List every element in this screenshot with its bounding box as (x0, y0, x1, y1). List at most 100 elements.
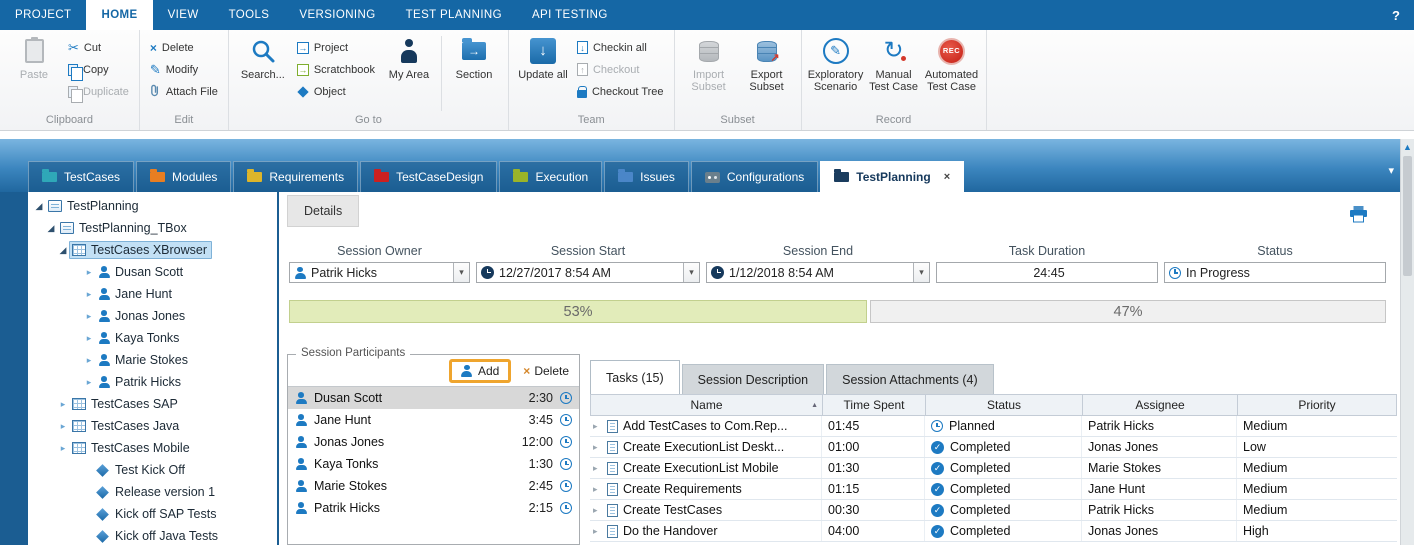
tab-testcasedesign[interactable]: TestCaseDesign (360, 161, 497, 192)
paste-button[interactable]: Paste (5, 34, 63, 81)
my-area-button[interactable]: My Area (380, 34, 438, 81)
help-icon[interactable]: ? (1378, 0, 1414, 30)
tree-item-testcases-sap[interactable]: ▸ TestCases SAP (28, 393, 277, 415)
task-row[interactable]: ▸Create TestCases 00:30 ✓Completed Patri… (590, 500, 1397, 521)
tab-requirements[interactable]: Requirements (233, 161, 358, 192)
delete-participant-button[interactable]: × Delete (519, 362, 573, 380)
column-header-time-spent[interactable]: Time Spent (823, 395, 926, 415)
close-tab-icon[interactable]: × (944, 171, 950, 183)
task-row[interactable]: ▸Create ExecutionList Mobile 01:30 ✓Comp… (590, 458, 1397, 479)
column-header-assignee[interactable]: Assignee (1083, 395, 1238, 415)
row-expand-icon[interactable]: ▸ (593, 505, 602, 516)
tree-item-kick-off-sap-tests[interactable]: Kick off SAP Tests (28, 503, 277, 525)
row-expand-icon[interactable]: ▸ (593, 526, 602, 537)
column-header-priority[interactable]: Priority (1238, 395, 1396, 415)
tab-testcases[interactable]: TestCases (28, 161, 134, 192)
search-button[interactable]: Search... (234, 34, 292, 81)
expanded-arrow-icon[interactable]: ◢ (33, 202, 45, 211)
collapsed-arrow-icon[interactable]: ▸ (83, 268, 95, 277)
column-header-name[interactable]: Name▲ (591, 395, 823, 415)
copy-button[interactable]: Copy (63, 61, 134, 78)
tree-item-testcases-mobile[interactable]: ▸ TestCases Mobile (28, 437, 277, 459)
section-button[interactable]: → Section (445, 34, 503, 81)
checkout-button[interactable]: ↑ Checkout (572, 61, 669, 78)
export-subset-button[interactable]: ↗ Export Subset (738, 34, 796, 93)
automated-test-case-button[interactable]: REC Automated Test Case (923, 34, 981, 93)
row-expand-icon[interactable]: ▸ (593, 484, 602, 495)
row-expand-icon[interactable]: ▸ (593, 463, 602, 474)
modify-button[interactable]: ✎ Modify (145, 61, 223, 78)
delete-button[interactable]: × Delete (145, 39, 223, 56)
cut-button[interactable]: ✂ Cut (63, 39, 134, 56)
add-participant-button[interactable]: Add (449, 359, 511, 383)
participant-row[interactable]: Jane Hunt 3:45 (288, 409, 579, 431)
tree-item-marie-stokes[interactable]: ▸ Marie Stokes (28, 349, 277, 371)
collapsed-arrow-icon[interactable]: ▸ (57, 444, 69, 453)
tree-item-testplanning-tbox[interactable]: ◢ TestPlanning_TBox (28, 217, 277, 239)
row-expand-icon[interactable]: ▸ (593, 421, 602, 432)
import-subset-button[interactable]: Import Subset (680, 34, 738, 93)
tree-item-test-kick-off[interactable]: Test Kick Off (28, 459, 277, 481)
collapsed-arrow-icon[interactable]: ▸ (83, 356, 95, 365)
manual-test-case-button[interactable]: ↻ Manual Test Case (865, 34, 923, 93)
menu-test-planning[interactable]: TEST PLANNING (391, 0, 517, 30)
row-expand-icon[interactable]: ▸ (593, 442, 602, 453)
tab-modules[interactable]: Modules (136, 161, 231, 192)
tree-item-testcases-java[interactable]: ▸ TestCases Java (28, 415, 277, 437)
session-owner-field[interactable]: Patrik Hicks ▾ (289, 262, 470, 283)
participant-row[interactable]: Kaya Tonks 1:30 (288, 453, 579, 475)
exploratory-scenario-button[interactable]: ✎ Exploratory Scenario (807, 34, 865, 93)
tree-item-kick-off-java-tests[interactable]: Kick off Java Tests (28, 525, 277, 545)
collapsed-arrow-icon[interactable]: ▸ (57, 400, 69, 409)
tab-testplanning[interactable]: TestPlanning × (820, 161, 964, 192)
participant-row[interactable]: Jonas Jones 12:00 (288, 431, 579, 453)
session-end-field[interactable]: 1/12/2018 8:54 AM ▾ (706, 262, 930, 283)
tree-item-patrik-hicks[interactable]: ▸ Patrik Hicks (28, 371, 277, 393)
menu-view[interactable]: VIEW (153, 0, 214, 30)
menu-project[interactable]: PROJECT (0, 0, 86, 30)
tab-session-attachments[interactable]: Session Attachments (4) (826, 364, 993, 394)
tab-execution[interactable]: Execution (499, 161, 602, 192)
goto-object-button[interactable]: Object (292, 83, 380, 100)
task-duration-field[interactable]: 24:45 (936, 262, 1158, 283)
menu-versioning[interactable]: VERSIONING (284, 0, 390, 30)
goto-project-button[interactable]: → Project (292, 39, 380, 56)
task-row[interactable]: ▸Add TestCases to Com.Rep... 01:45 Plann… (590, 416, 1397, 437)
tab-overflow-icon[interactable]: ▾ (1388, 164, 1394, 177)
participant-row[interactable]: Dusan Scott 2:30 (288, 387, 579, 409)
update-all-button[interactable]: ↓ Update all (514, 34, 572, 81)
collapsed-arrow-icon[interactable]: ▸ (83, 378, 95, 387)
task-row[interactable]: ▸Create Requirements 01:15 ✓Completed Ja… (590, 479, 1397, 500)
menu-tools[interactable]: TOOLS (214, 0, 285, 30)
tab-tasks[interactable]: Tasks (15) (590, 360, 680, 394)
collapsed-arrow-icon[interactable]: ▸ (83, 312, 95, 321)
dropdown-arrow-icon[interactable]: ▾ (453, 263, 469, 282)
collapsed-arrow-icon[interactable]: ▸ (83, 334, 95, 343)
attach-file-button[interactable]: Attach File (145, 83, 223, 100)
session-start-field[interactable]: 12/27/2017 8:54 AM ▾ (476, 262, 700, 283)
tree-item-jane-hunt[interactable]: ▸ Jane Hunt (28, 283, 277, 305)
vertical-scrollbar[interactable]: ▲ (1400, 139, 1414, 545)
print-icon[interactable] (1349, 206, 1368, 228)
participant-row[interactable]: Marie Stokes 2:45 (288, 475, 579, 497)
tree-item-jonas-jones[interactable]: ▸ Jonas Jones (28, 305, 277, 327)
task-row[interactable]: ▸Create ExecutionList Deskt... 01:00 ✓Co… (590, 437, 1397, 458)
menu-home[interactable]: HOME (86, 0, 152, 30)
checkout-tree-button[interactable]: Checkout Tree (572, 83, 669, 100)
participant-row[interactable]: Patrik Hicks 2:15 (288, 497, 579, 519)
tree-item-release-version-1[interactable]: Release version 1 (28, 481, 277, 503)
dropdown-arrow-icon[interactable]: ▾ (683, 263, 699, 282)
scroll-up-icon[interactable]: ▲ (1401, 139, 1414, 152)
scrollbar-thumb[interactable] (1403, 156, 1412, 276)
checkin-all-button[interactable]: ↓ Checkin all (572, 39, 669, 56)
collapsed-arrow-icon[interactable]: ▸ (83, 290, 95, 299)
column-header-status[interactable]: Status (926, 395, 1083, 415)
collapsed-arrow-icon[interactable]: ▸ (57, 422, 69, 431)
menu-api-testing[interactable]: API TESTING (517, 0, 623, 30)
tab-session-description[interactable]: Session Description (682, 364, 824, 394)
goto-scratchbook-button[interactable]: → Scratchbook (292, 61, 380, 78)
tab-issues[interactable]: Issues (604, 161, 689, 192)
details-tab[interactable]: Details (287, 195, 359, 227)
tab-configurations[interactable]: Configurations (691, 161, 818, 192)
tree-item-testplanning[interactable]: ◢ TestPlanning (28, 195, 277, 217)
